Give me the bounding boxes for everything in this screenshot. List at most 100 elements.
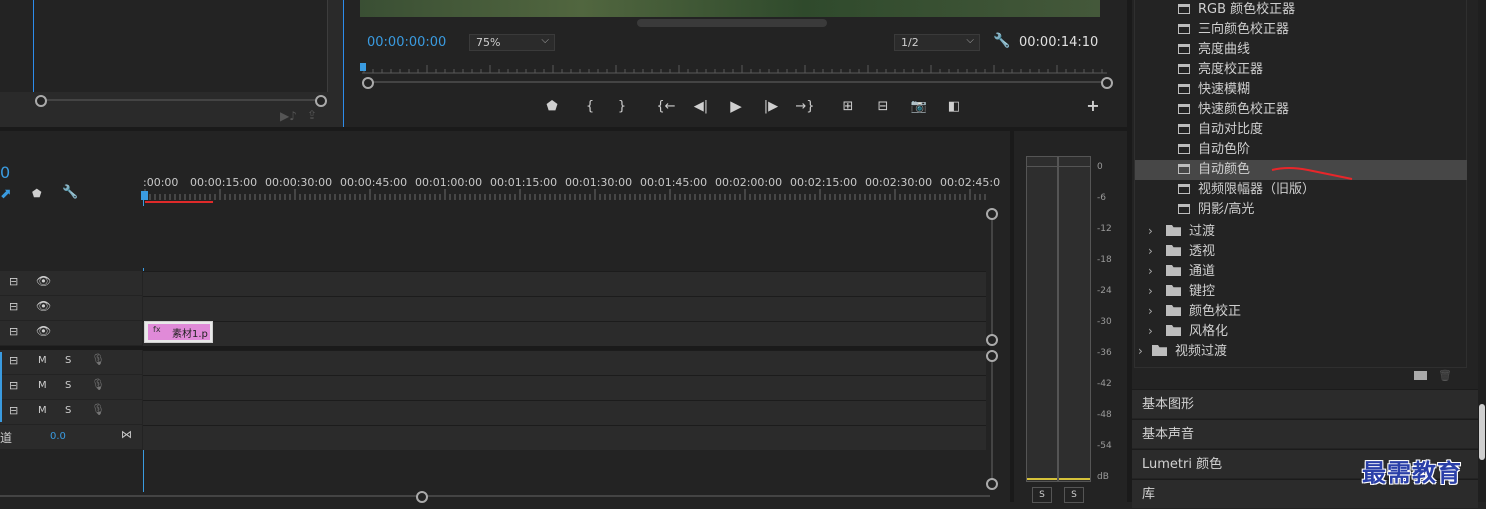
- video-track-header-v3[interactable]: ⊟ 👁: [0, 271, 142, 295]
- wrench-icon[interactable]: 🔧: [993, 33, 1010, 49]
- video-track-v3-lane[interactable]: [143, 271, 986, 296]
- vscroll-video-bottom-handle[interactable]: [986, 334, 998, 346]
- eye-icon[interactable]: 👁: [36, 299, 51, 313]
- source-scrollbar-track[interactable]: [40, 99, 320, 101]
- audio-track-a3-lane[interactable]: [143, 400, 986, 425]
- solo-button[interactable]: S: [65, 405, 71, 416]
- solo-button[interactable]: S: [65, 355, 71, 366]
- effect-item[interactable]: 三向颜色校正器: [1178, 20, 1289, 40]
- audio-track-header-a3[interactable]: ⊟ M S 🎙: [0, 400, 142, 424]
- blue-track-selector[interactable]: [0, 352, 2, 422]
- audio-track-a1-lane[interactable]: [143, 350, 986, 375]
- vscroll-audio-top-handle[interactable]: [986, 350, 998, 362]
- timeline-clip[interactable]: fx 素材1.p: [144, 321, 213, 343]
- new-bin-folder-icon[interactable]: [1414, 371, 1427, 380]
- program-video-scrollbar[interactable]: [637, 19, 827, 27]
- mute-button[interactable]: M: [38, 405, 47, 416]
- timeline-ruler[interactable]: :00:00 00:00:15:00 00:00:30:00 00:00:45:00 0…: [143, 172, 1000, 204]
- mute-button[interactable]: M: [38, 355, 47, 366]
- filmstrip-icon[interactable]: ⊟: [9, 325, 18, 338]
- program-scrollbar-track[interactable]: [368, 81, 1104, 83]
- timeline-vscroll-video[interactable]: [991, 218, 993, 336]
- effect-item[interactable]: 亮度校正器: [1178, 60, 1263, 80]
- export-frame-icon[interactable]: 📷: [909, 99, 929, 115]
- zoom-select[interactable]: 75% ⌵: [469, 34, 555, 51]
- effect-item[interactable]: 阴影/高光: [1178, 200, 1254, 220]
- timeline-vscroll-audio[interactable]: [991, 360, 993, 480]
- timeline-timecode[interactable]: 0: [0, 163, 10, 182]
- go-to-in-icon[interactable]: {←: [656, 99, 676, 115]
- trash-icon[interactable]: 🗑: [1438, 369, 1452, 382]
- mute-button[interactable]: M: [38, 380, 47, 391]
- comparison-view-icon[interactable]: ◧: [944, 99, 964, 115]
- lift-icon[interactable]: ⊞: [838, 99, 858, 115]
- effect-item[interactable]: 快速模糊: [1178, 80, 1250, 100]
- solo-button[interactable]: S: [65, 380, 71, 391]
- timeline-hscroll-handle[interactable]: [416, 491, 428, 503]
- eye-icon[interactable]: 👁: [36, 324, 51, 338]
- effect-folder[interactable]: › 透视: [1148, 241, 1215, 261]
- program-time-ruler[interactable]: [362, 62, 1107, 74]
- add-marker-icon[interactable]: ⬟: [32, 187, 42, 200]
- audio-track-a2-lane[interactable]: [143, 375, 986, 400]
- master-volume-value[interactable]: 0.0: [50, 431, 66, 442]
- effect-folder[interactable]: › 通道: [1148, 261, 1215, 281]
- audio-track-header-a1[interactable]: ⊟ M S 🎙: [0, 350, 142, 374]
- bowtie-icon[interactable]: ⋈: [121, 428, 132, 441]
- timeline-settings-wrench-icon[interactable]: 🔧: [62, 185, 78, 200]
- button-editor-plus-icon[interactable]: +: [1083, 98, 1103, 114]
- effect-item[interactable]: 自动对比度: [1178, 120, 1263, 140]
- program-scroll-right-handle[interactable]: [1101, 77, 1113, 89]
- playhead-marker-icon[interactable]: [360, 63, 366, 71]
- eye-icon[interactable]: 👁: [36, 274, 51, 288]
- effect-item[interactable]: 自动色阶: [1178, 140, 1250, 160]
- solo-left-button[interactable]: S: [1032, 487, 1052, 503]
- audio-track-header-a2[interactable]: ⊟ M S 🎙: [0, 375, 142, 399]
- program-current-time[interactable]: 00:00:00:00: [367, 35, 446, 50]
- video-track-v1-lane[interactable]: [143, 321, 986, 346]
- filmstrip-icon[interactable]: ⊟: [9, 275, 18, 288]
- program-scroll-left-handle[interactable]: [362, 77, 374, 89]
- effect-folder[interactable]: › 风格化: [1148, 321, 1228, 341]
- snap-icon[interactable]: ⬈: [0, 186, 12, 202]
- section-essential-graphics[interactable]: 基本图形: [1132, 389, 1478, 418]
- master-track-header[interactable]: 道 0.0 ⋈: [0, 425, 142, 449]
- mark-in-icon[interactable]: {: [580, 99, 600, 115]
- video-track-header-v2[interactable]: ⊟ 👁: [0, 296, 142, 320]
- vscroll-video-top-handle[interactable]: [986, 208, 998, 220]
- add-marker-icon[interactable]: ⬟: [542, 99, 562, 115]
- effect-item[interactable]: 自动颜色: [1178, 160, 1250, 180]
- go-to-out-icon[interactable]: →}: [795, 99, 815, 115]
- solo-right-button[interactable]: S: [1064, 487, 1084, 503]
- vscroll-audio-bottom-handle[interactable]: [986, 478, 998, 490]
- source-scroll-right-handle[interactable]: [315, 95, 327, 107]
- play-icon[interactable]: ▶: [726, 98, 746, 114]
- master-track-lane[interactable]: [143, 425, 986, 450]
- section-essential-sound[interactable]: 基本声音: [1132, 419, 1478, 448]
- step-back-icon[interactable]: ◀|: [691, 99, 711, 115]
- speaker-icon[interactable]: ⊟: [9, 404, 18, 417]
- effect-item[interactable]: 亮度曲线: [1178, 40, 1250, 60]
- source-scroll-left-handle[interactable]: [35, 95, 47, 107]
- effect-folder[interactable]: › 过渡: [1148, 221, 1215, 241]
- export-icon[interactable]: ⇪: [307, 108, 317, 122]
- filmstrip-icon[interactable]: ⊟: [9, 300, 18, 313]
- effect-item[interactable]: 快速颜色校正器: [1178, 100, 1289, 120]
- step-forward-icon[interactable]: |▶: [761, 99, 781, 115]
- speaker-icon[interactable]: ⊟: [9, 354, 18, 367]
- effect-folder[interactable]: › 颜色校正: [1148, 301, 1241, 321]
- timeline-hscroll[interactable]: [0, 495, 990, 497]
- microphone-icon[interactable]: 🎙: [91, 378, 105, 391]
- right-panel-scroll-thumb[interactable]: [1479, 404, 1485, 460]
- effect-item[interactable]: RGB 颜色校正器: [1178, 0, 1295, 20]
- microphone-icon[interactable]: 🎙: [91, 403, 105, 416]
- video-track-v2-lane[interactable]: [143, 296, 986, 321]
- insert-audio-icon[interactable]: ▶♪: [280, 109, 297, 123]
- effect-item[interactable]: 视频限幅器（旧版）: [1178, 180, 1315, 200]
- resolution-select[interactable]: 1/2 ⌵: [894, 34, 980, 51]
- video-transitions-folder[interactable]: › 视频过渡: [1138, 341, 1227, 361]
- extract-icon[interactable]: ⊟: [873, 99, 893, 115]
- video-track-header-v1[interactable]: ⊟ 👁: [0, 321, 142, 345]
- mark-out-icon[interactable]: }: [612, 99, 632, 115]
- effect-folder[interactable]: › 键控: [1148, 281, 1215, 301]
